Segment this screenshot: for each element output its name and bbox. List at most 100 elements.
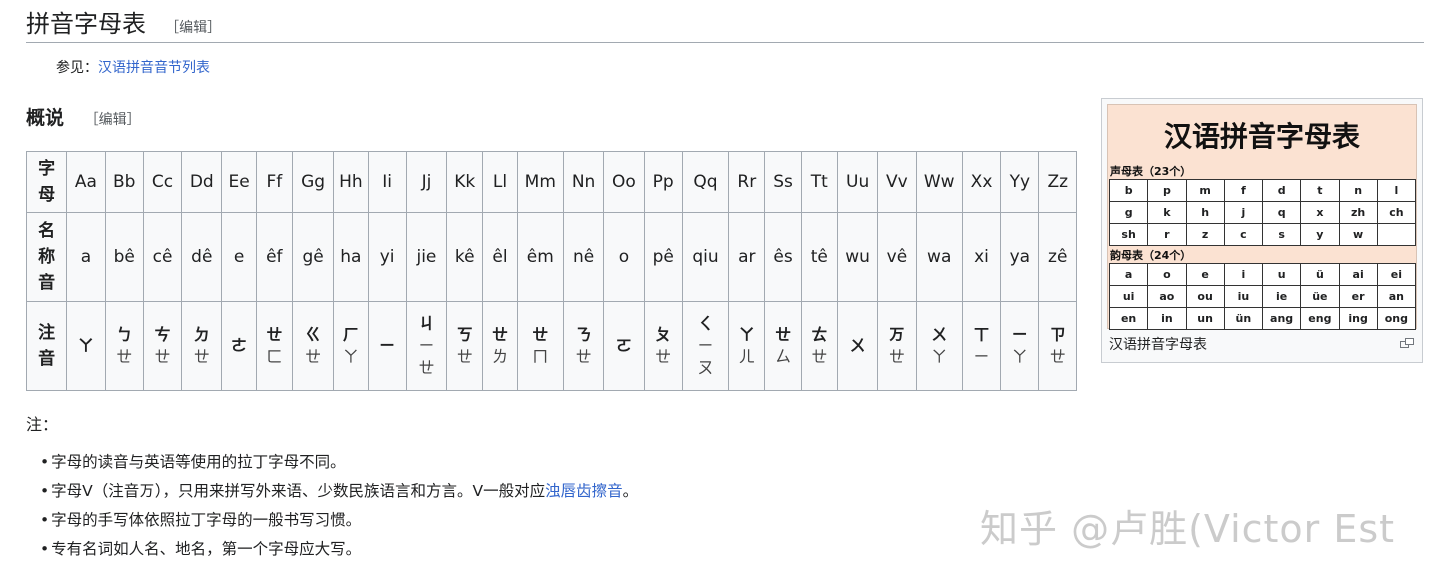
zhuyin-cell: ㄪㄝ bbox=[877, 301, 917, 391]
chart-cell: k bbox=[1147, 201, 1187, 224]
zhuyin-symbol: ㄝ bbox=[193, 347, 210, 366]
letter-name-cell: wu bbox=[836, 212, 879, 302]
chart-cell: i bbox=[1223, 263, 1264, 286]
chart-cell: c bbox=[1223, 223, 1264, 246]
zhuyin-symbol: ㄑ bbox=[697, 314, 714, 333]
letter-cell: Ee bbox=[221, 151, 257, 213]
note-item: 字母的手写体依照拉丁字母的一般书写习惯。 bbox=[40, 506, 638, 535]
see-also-label: 参见： bbox=[56, 60, 98, 76]
note-item: 字母V（注音ㄪ），只用来拼写外来语、少数民族语言和方言。V一般对应浊唇齿擦音。 bbox=[40, 477, 638, 506]
letter-name-cell: jie bbox=[405, 212, 448, 302]
note-text: 字母V（注音ㄪ），只用来拼写外来语、少数民族语言和方言。V一般对应 bbox=[51, 482, 546, 500]
zhuyin-symbol: ㄍ bbox=[305, 325, 322, 344]
zhuyin-cell: ㄨ bbox=[836, 301, 879, 391]
note-item: 专有名词如人名、地名，第一个字母应大写。 bbox=[40, 535, 638, 564]
edit-link-heading[interactable]: ［编辑］ bbox=[165, 20, 221, 36]
edit-link-section[interactable]: ［编辑］ bbox=[85, 112, 141, 128]
zhuyin-symbol: ㄡ bbox=[697, 358, 714, 377]
notes-list: 字母的读音与英语等使用的拉丁字母不同。 字母V（注音ㄪ），只用来拼写外来语、少数… bbox=[40, 448, 638, 564]
letter-name-cell: a bbox=[66, 212, 106, 302]
enlarge-icon[interactable] bbox=[1400, 337, 1414, 351]
letter-name-cell: dê bbox=[181, 212, 223, 302]
letter-cell: Tt bbox=[800, 151, 838, 213]
labiodental-fricative-link[interactable]: 浊唇齿擦音 bbox=[545, 482, 623, 500]
letter-name-cell: xi bbox=[961, 212, 1002, 302]
letter-name-cell: nê bbox=[562, 212, 605, 302]
zhuyin-symbol: ㄛ bbox=[615, 336, 632, 355]
letter-cell: Pp bbox=[643, 151, 683, 213]
letter-name-cell: êl bbox=[482, 212, 518, 302]
zhuyin-symbol: ㄝ bbox=[811, 347, 828, 366]
zhuyin-symbol: ㄝ bbox=[305, 347, 322, 366]
chart-cell: g bbox=[1108, 201, 1149, 224]
zhuyin-symbol: ㄝ bbox=[418, 358, 435, 377]
section-title: 概说 bbox=[26, 107, 65, 129]
letter-name-cell: ês bbox=[764, 212, 802, 302]
letter-cell: Ww bbox=[915, 151, 963, 213]
zhuyin-symbol: ㄈ bbox=[266, 347, 283, 366]
zhuyin-cell: ㄚ bbox=[66, 301, 106, 391]
chart-cell: ü bbox=[1300, 263, 1340, 286]
zhuyin-symbol: ㄧ bbox=[697, 336, 714, 355]
row-header-text: 名称音 bbox=[38, 221, 56, 293]
chart-cell: y bbox=[1300, 223, 1340, 246]
zhuyin-cell: ㄆㄝ bbox=[643, 301, 683, 391]
chart-cell: f bbox=[1223, 179, 1264, 202]
letter-cell: Zz bbox=[1038, 151, 1077, 213]
letter-name-cell: pê bbox=[643, 212, 683, 302]
row-header-text: 注音 bbox=[38, 323, 56, 369]
chart-cell: un bbox=[1185, 307, 1225, 330]
chart-cell: u bbox=[1261, 263, 1302, 286]
see-also: 参见：汉语拼音音节列表 bbox=[56, 58, 210, 78]
zhuyin-symbol: ㄝ bbox=[888, 347, 905, 366]
letter-name-cell: bê bbox=[104, 212, 144, 302]
zhuyin-symbol: ㄘ bbox=[154, 325, 171, 344]
section-heading: 概说 ［编辑］ bbox=[26, 105, 141, 133]
zhuyin-symbol: ㄊ bbox=[811, 325, 828, 344]
initials-table: b p m f d t n l g k h j q x zh ch sh r z c s y w bbox=[1108, 179, 1417, 246]
letter-cell: Nn bbox=[562, 151, 605, 213]
chart-cell: j bbox=[1223, 201, 1264, 224]
zhuyin-cell: ㄧ bbox=[367, 301, 407, 391]
chart-cell: m bbox=[1185, 179, 1225, 202]
zhuyin-symbol: ㄚ bbox=[1011, 347, 1028, 366]
chart-cell: r bbox=[1147, 223, 1187, 246]
letter-cell: Hh bbox=[333, 151, 369, 213]
chart-cell: er bbox=[1338, 285, 1378, 308]
note-text-end: 。 bbox=[622, 482, 639, 500]
chart-cell: ang bbox=[1261, 307, 1302, 330]
letter-cell: Ss bbox=[764, 151, 802, 213]
letter-name-cell: vê bbox=[877, 212, 917, 302]
zhuyin-symbol: ㄌ bbox=[491, 347, 508, 366]
zhuyin-symbol: ㄧ bbox=[973, 347, 990, 366]
zhuyin-symbol: ㄅ bbox=[116, 325, 133, 344]
chart-cell: ch bbox=[1376, 201, 1417, 224]
page-heading: 拼音字母表 ［编辑］ bbox=[26, 6, 1424, 43]
thumbnail-figure: 汉语拼音字母表 声母表（23个） b p m f d t n l g k h j q x zh ch sh r z c… bbox=[1101, 98, 1423, 363]
zhuyin-cell: ㄧㄚ bbox=[1000, 301, 1040, 391]
letter-name-cell: gê bbox=[291, 212, 335, 302]
note-text: 专有名词如人名、地名，第一个字母应大写。 bbox=[51, 540, 362, 558]
letter-cell: Yy bbox=[1000, 151, 1040, 213]
chart-cell: eng bbox=[1300, 307, 1340, 330]
zhuyin-cell: ㄅㄝ bbox=[104, 301, 144, 391]
chart-cell: h bbox=[1185, 201, 1225, 224]
row-header-name: 名称音 bbox=[25, 212, 68, 302]
zhuyin-symbol: ㄝ bbox=[655, 347, 672, 366]
pinyin-chart-image[interactable]: 汉语拼音字母表 声母表（23个） b p m f d t n l g k h j q x zh ch sh r z c… bbox=[1107, 104, 1417, 330]
chart-cell: ou bbox=[1185, 285, 1225, 308]
chart-cell: sh bbox=[1108, 223, 1149, 246]
zhuyin-symbol: ㄐ bbox=[418, 314, 435, 333]
chart-cell: in bbox=[1147, 307, 1187, 330]
see-also-link[interactable]: 汉语拼音音节列表 bbox=[98, 60, 210, 76]
zhuyin-symbol: ㄚ bbox=[342, 347, 359, 366]
letter-name-cell: yi bbox=[367, 212, 407, 302]
chart-cell: zh bbox=[1338, 201, 1378, 224]
chart-cell: e bbox=[1185, 263, 1225, 286]
zhuyin-symbol: ㄪ bbox=[888, 325, 905, 344]
letter-name-cell: o bbox=[603, 212, 645, 302]
zhuyin-symbol: ㄗ bbox=[1049, 325, 1066, 344]
zhuyin-cell: ㄒㄧ bbox=[961, 301, 1002, 391]
zhuyin-cell: ㄚㄦ bbox=[728, 301, 766, 391]
zhuyin-cell: ㄍㄝ bbox=[291, 301, 335, 391]
